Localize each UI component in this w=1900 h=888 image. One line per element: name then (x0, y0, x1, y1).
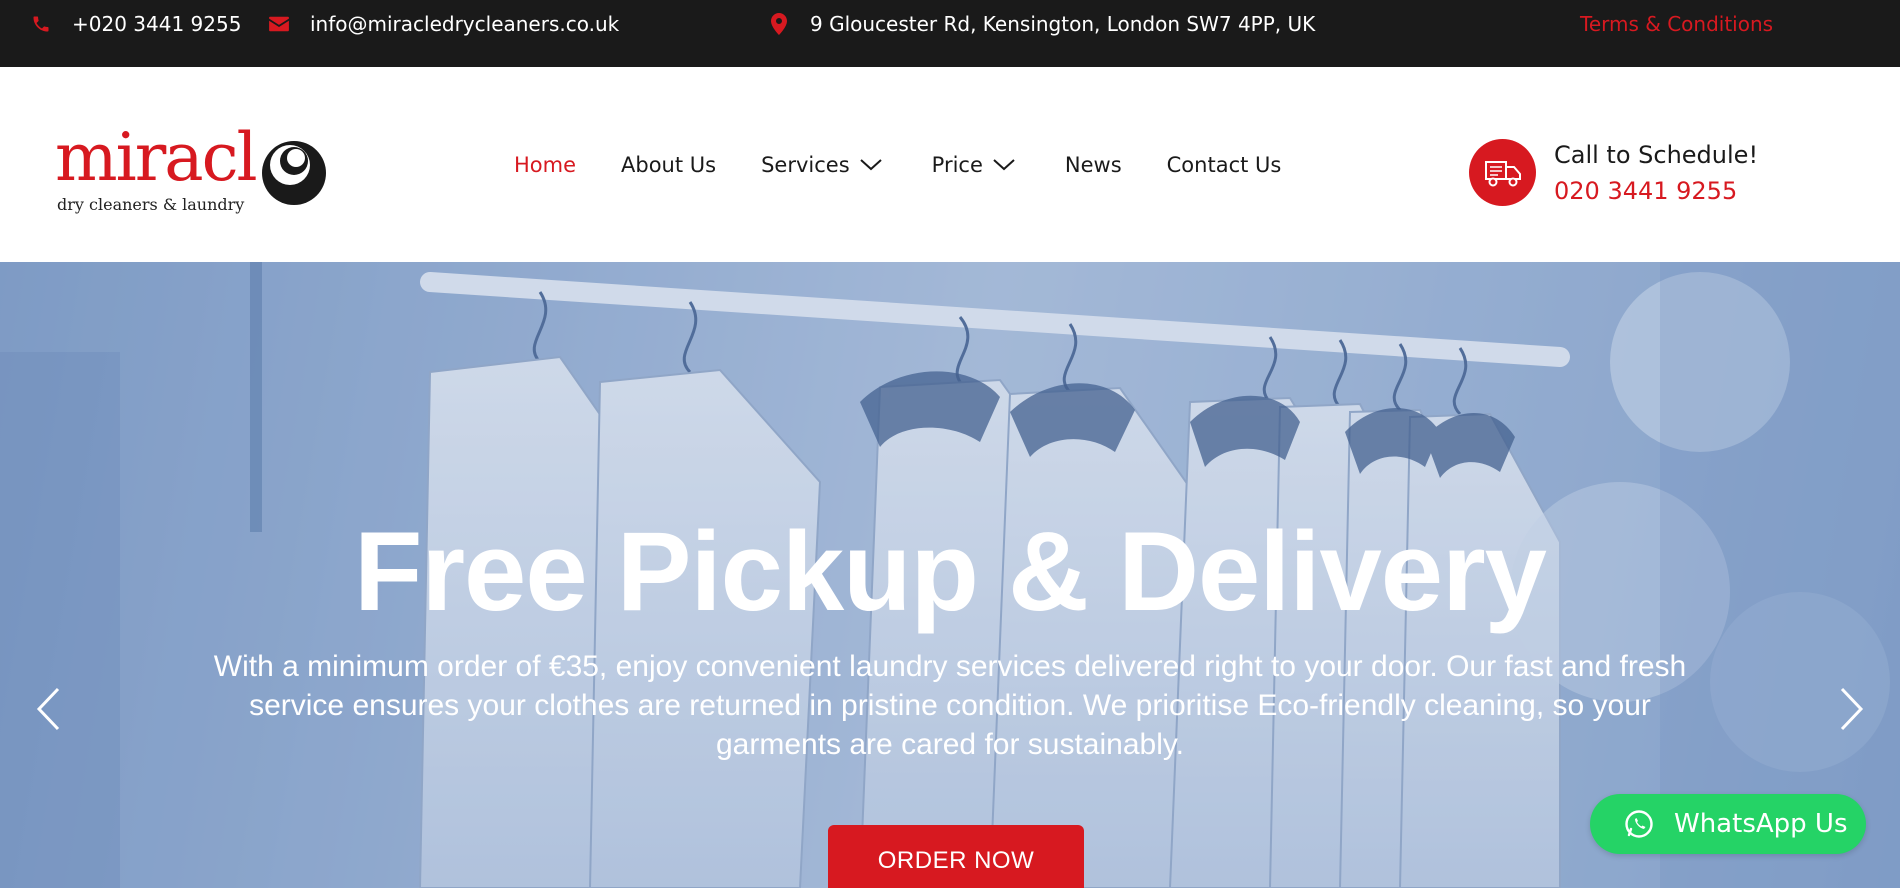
top-bar: +020 3441 9255 info@miracledrycleaners.c… (0, 0, 1900, 67)
nav-item-news[interactable]: News (1065, 153, 1122, 177)
chevron-left-icon (36, 687, 60, 731)
topbar-email-text: info@miracledrycleaners.co.uk (310, 12, 620, 36)
topbar-address-text: 9 Gloucester Rd, Kensington, London SW7 … (810, 12, 1316, 36)
hero-subtitle: With a minimum order of €35, enjoy conve… (213, 650, 1687, 761)
order-now-button[interactable]: ORDER NOW (828, 825, 1084, 888)
chevron-down-icon (859, 153, 882, 177)
topbar-address: 9 Gloucester Rd, Kensington, London SW7 … (766, 0, 1315, 48)
delivery-truck-icon (1469, 139, 1536, 206)
main-nav: Home About Us Services Price News Contac… (514, 67, 1281, 262)
nav-item-price-label: Price (931, 152, 983, 177)
logo-tagline: dry cleaners & laundry (57, 195, 245, 214)
chevron-down-icon (993, 153, 1015, 177)
crescent-moon-icon (262, 141, 326, 205)
schedule-title: Call to Schedule! (1554, 141, 1759, 169)
chevron-right-icon (1840, 687, 1864, 731)
phone-icon (28, 14, 54, 34)
topbar-email-link[interactable]: info@miracledrycleaners.co.uk (266, 0, 619, 48)
call-to-schedule[interactable]: Call to Schedule! 020 3441 9255 (1469, 139, 1799, 209)
logo[interactable]: miracl dry cleaners & laundry (55, 119, 326, 215)
topbar-phone-text: +020 3441 9255 (72, 12, 242, 36)
nav-item-about-us[interactable]: About Us (621, 153, 716, 177)
topbar-phone-link[interactable]: +020 3441 9255 (28, 0, 241, 48)
nav-item-services-label: Services (761, 152, 850, 177)
schedule-phone[interactable]: 020 3441 9255 (1554, 177, 1737, 205)
envelope-icon (266, 15, 292, 33)
nav-item-contact-us[interactable]: Contact Us (1167, 153, 1282, 177)
terms-link[interactable]: Terms & Conditions (1580, 0, 1773, 48)
nav-item-home[interactable]: Home (514, 153, 576, 177)
whatsapp-label: WhatsApp Us (1674, 809, 1848, 839)
nav-item-services[interactable]: Services (761, 153, 882, 177)
hero-title: Free Pickup & Delivery (354, 509, 1547, 634)
logo-wordmark: miracl (55, 119, 258, 196)
slider-prev-button[interactable] (28, 684, 68, 734)
slider-next-button[interactable] (1832, 684, 1872, 734)
site-header: miracl dry cleaners & laundry Home About… (0, 67, 1900, 262)
whatsapp-button[interactable]: WhatsApp Us (1590, 794, 1866, 854)
nav-item-price[interactable]: Price (932, 153, 1015, 177)
whatsapp-icon (1624, 809, 1654, 839)
map-pin-icon (766, 13, 792, 35)
